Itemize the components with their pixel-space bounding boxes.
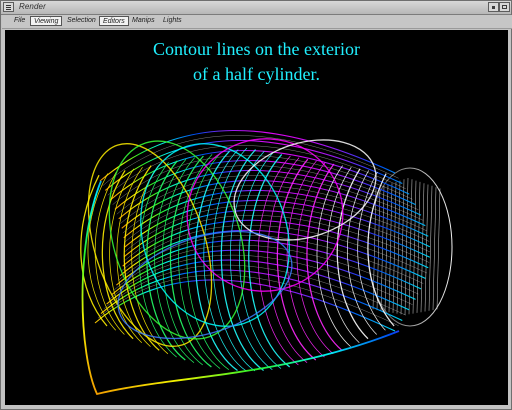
end-grid-line bbox=[420, 183, 425, 313]
render-window: Render File Viewing Selection Editors Ma… bbox=[0, 0, 512, 410]
selection-menu[interactable]: Selection bbox=[64, 16, 99, 26]
end-grid-line bbox=[408, 179, 413, 315]
render-viewport[interactable]: Contour lines on the exterior of a half … bbox=[5, 30, 508, 405]
editors-menu[interactable]: Editors bbox=[99, 16, 129, 26]
end-grid-line bbox=[432, 187, 437, 311]
maximize-icon[interactable] bbox=[499, 2, 510, 12]
half-cylinder-wireframe[interactable] bbox=[5, 30, 508, 405]
end-grid-line bbox=[424, 184, 429, 312]
lights-menu[interactable]: Lights bbox=[160, 16, 185, 26]
scene-title-line-1: Contour lines on the exterior bbox=[153, 39, 360, 59]
end-grid-line bbox=[436, 188, 441, 310]
window-menu-icon[interactable] bbox=[3, 2, 14, 12]
viewing-menu[interactable]: Viewing bbox=[30, 16, 63, 26]
surface-longitudinal-line bbox=[99, 129, 396, 182]
end-grid-line bbox=[412, 180, 417, 314]
file-menu[interactable]: File bbox=[11, 16, 28, 26]
surface-contour-curve bbox=[276, 158, 317, 361]
scene-title-line-2: of a half cylinder. bbox=[193, 64, 320, 84]
end-grid-line bbox=[428, 185, 433, 311]
cylinder-end-rim bbox=[367, 167, 453, 327]
manips-menu[interactable]: Manips bbox=[129, 16, 158, 26]
surface-contour-curve bbox=[123, 165, 160, 351]
minimize-icon[interactable] bbox=[488, 2, 499, 12]
window-title: Render bbox=[19, 2, 46, 11]
surface-contour-curve bbox=[316, 165, 351, 347]
menu-bar: File Viewing Selection Editors Manips Li… bbox=[2, 15, 512, 29]
title-bar[interactable]: Render bbox=[1, 1, 511, 15]
wireframe-lines bbox=[80, 129, 453, 396]
